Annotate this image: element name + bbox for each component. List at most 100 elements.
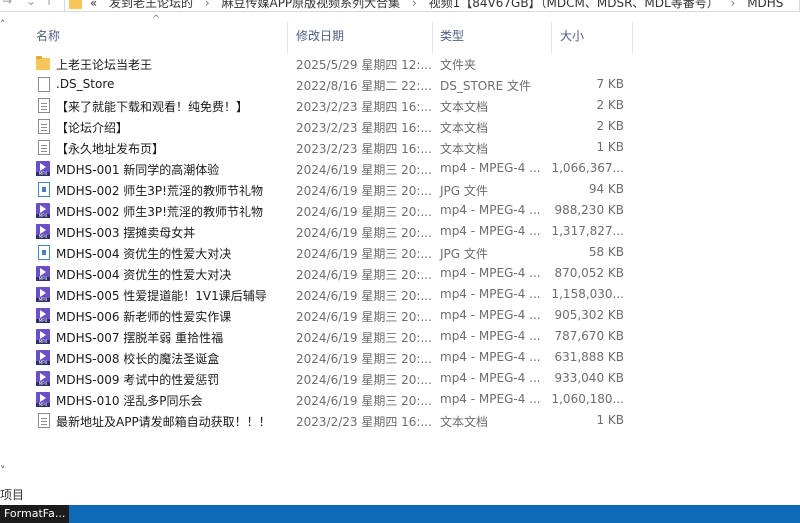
file-name: 最新地址及APP请发邮箱自动获取！！！	[56, 415, 271, 429]
breadcrumb-separator-icon[interactable]: ›	[205, 0, 210, 10]
file-size: 1 KB	[596, 140, 624, 154]
file-size: 1,158,030...	[551, 287, 624, 301]
file-name: MDHS-008 校长的魔法圣诞盒	[56, 352, 220, 366]
file-row[interactable]: MDHS-005 性爱提道能！1V1课后辅导 2024/6/19 星期三 20:.…	[0, 284, 790, 305]
file-modified-date: 2024/6/19 星期三 20:...	[296, 184, 432, 198]
file-size: 988,230 KB	[554, 203, 624, 217]
file-modified-date: 2022/8/16 星期二 22:...	[296, 79, 432, 93]
file-modified-date: 2024/6/19 星期三 20:...	[296, 310, 432, 324]
taskbar-app-button[interactable]: FormatFa...	[0, 505, 70, 523]
video-file-icon	[36, 224, 50, 239]
breadcrumb-separator-icon[interactable]: ›	[412, 0, 417, 10]
file-size: 1,066,367...	[551, 161, 624, 175]
file-type: DS_STORE 文件	[440, 79, 531, 93]
file-name: 【论坛介绍】	[56, 121, 129, 135]
file-size: 7 KB	[596, 77, 624, 91]
file-modified-date: 2024/6/19 星期三 20:...	[296, 352, 432, 366]
file-row[interactable]: MDHS-006 新老师的性爱实作课 2024/6/19 星期三 20:... mp…	[0, 305, 790, 326]
file-type: 文件夹	[440, 58, 477, 72]
file-type: mp4 - MPEG-4 ...	[440, 287, 541, 301]
column-date[interactable]: 修改日期	[296, 27, 344, 44]
folder-icon	[36, 56, 50, 70]
file-size: 58 KB	[588, 245, 624, 259]
video-file-icon	[36, 350, 50, 365]
file-type: mp4 - MPEG-4 ...	[440, 161, 541, 175]
file-row[interactable]: 【论坛介绍】 2023/2/23 星期四 16:... 文本文档 2 KB	[0, 116, 790, 137]
breadcrumb-separator-icon[interactable]: ›	[731, 0, 736, 10]
file-type: mp4 - MPEG-4 ...	[440, 224, 541, 238]
column-size[interactable]: 大小	[560, 27, 584, 44]
image-file-icon	[38, 182, 50, 197]
file-type: mp4 - MPEG-4 ...	[440, 266, 541, 280]
file-type: mp4 - MPEG-4 ...	[440, 371, 541, 385]
video-file-icon	[36, 203, 50, 218]
column-divider[interactable]	[432, 22, 433, 53]
file-size: 1,317,827...	[551, 224, 624, 238]
file-row[interactable]: 【永久地址发布页】 2023/2/23 星期四 16:... 文本文档 1 KB	[0, 137, 790, 158]
column-divider[interactable]	[632, 22, 633, 53]
file-row[interactable]: 上老王论坛当老王 2025/5/29 星期四 12:... 文件夹	[0, 53, 790, 74]
file-size: 870,052 KB	[554, 266, 624, 280]
breadcrumb-item[interactable]: 麻豆传媒APP原版视频系列大合集	[221, 0, 400, 10]
breadcrumb-item-current[interactable]: MDHS	[747, 0, 783, 10]
file-name: MDHS-004 资优生的性爱大对决	[56, 268, 232, 282]
file-type: mp4 - MPEG-4 ...	[440, 350, 541, 364]
file-row[interactable]: MDHS-008 校长的魔法圣诞盒 2024/6/19 星期三 20:... mp4…	[0, 347, 790, 368]
file-modified-date: 2024/6/19 星期三 20:...	[296, 373, 432, 387]
recent-chevron-icon[interactable]: ⌄	[26, 0, 36, 8]
file-row[interactable]: MDHS-004 资优生的性爱大对决 2024/6/19 星期三 20:... JP…	[0, 242, 790, 263]
scroll-down-arrow-icon[interactable]: ˅	[0, 464, 6, 477]
file-type: mp4 - MPEG-4 ...	[440, 203, 541, 217]
file-modified-date: 2023/2/23 星期四 16:...	[296, 121, 432, 135]
up-arrow-icon[interactable]: ↑	[44, 0, 54, 8]
file-type: 文本文档	[440, 121, 489, 135]
file-name: .DS_Store	[56, 77, 115, 91]
file-modified-date: 2024/6/19 星期三 20:...	[296, 205, 432, 219]
file-name: MDHS-007 摆脱羊弱 重拾性福	[56, 331, 224, 345]
video-file-icon	[36, 287, 50, 302]
file-row[interactable]: MDHS-010 淫乱多P同乐会 2024/6/19 星期三 20:... mp4 …	[0, 389, 790, 410]
file-size: 94 KB	[588, 182, 624, 196]
video-file-icon	[36, 329, 50, 344]
file-row[interactable]: MDHS-007 摆脱羊弱 重拾性福 2024/6/19 星期三 20:... mp…	[0, 326, 790, 347]
file-modified-date: 2025/5/29 星期四 12:...	[296, 58, 432, 72]
file-size: 2 KB	[596, 98, 624, 112]
file-row[interactable]: MDHS-009 考试中的性爱惩罚 2024/6/19 星期三 20:... mp4…	[0, 368, 790, 389]
file-row[interactable]: MDHS-004 资优生的性爱大对决 2024/6/19 星期三 20:... mp…	[0, 263, 790, 284]
file-row[interactable]: MDHS-001 新同学的高潮体验 2024/6/19 星期三 20:... mp4…	[0, 158, 790, 179]
status-bar: 项目	[0, 486, 24, 503]
sort-ascending-icon: ^	[152, 14, 161, 25]
breadcrumb-overflow[interactable]: «	[90, 0, 97, 10]
video-file-icon	[36, 392, 50, 407]
column-divider[interactable]	[551, 22, 552, 53]
text-document-icon	[38, 413, 50, 428]
file-modified-date: 2024/6/19 星期三 20:...	[296, 289, 432, 303]
column-header: ^ 名称 修改日期 类型 大小	[0, 11, 800, 53]
file-row[interactable]: 【来了就能下载和观看！纯免费！】 2023/2/23 星期四 16:... 文本文档…	[0, 95, 790, 116]
breadcrumb-item[interactable]: 发到老王论坛的	[109, 0, 193, 10]
file-name: MDHS-001 新同学的高潮体验	[56, 163, 220, 177]
file-modified-date: 2024/6/19 星期三 20:...	[296, 226, 432, 240]
file-modified-date: 2024/6/19 星期三 20:...	[296, 163, 432, 177]
file-size: 933,040 KB	[554, 371, 624, 385]
file-row[interactable]: .DS_Store 2022/8/16 星期二 22:... DS_STORE 文件…	[0, 74, 790, 95]
file-name: MDHS-005 性爱提道能！1V1课后辅导	[56, 289, 267, 303]
column-type[interactable]: 类型	[440, 27, 464, 44]
column-name[interactable]: 名称	[36, 27, 60, 44]
back-arrow-icon[interactable]: →	[2, 0, 12, 8]
file-row[interactable]: MDHS-002 师生3P!荒淫的教师节礼物 2024/6/19 星期三 20:.…	[0, 200, 790, 221]
file-list: 上老王论坛当老王 2025/5/29 星期四 12:... 文件夹 .DS_Store…	[0, 53, 790, 431]
image-file-icon	[38, 245, 50, 260]
column-divider[interactable]	[287, 22, 288, 53]
file-size: 787,670 KB	[554, 329, 624, 343]
file-modified-date: 2024/6/19 星期三 20:...	[296, 331, 432, 345]
file-size: 1 KB	[596, 413, 624, 427]
file-size: 905,302 KB	[554, 308, 624, 322]
file-modified-date: 2023/2/23 星期四 16:...	[296, 415, 432, 429]
file-name: MDHS-004 资优生的性爱大对决	[56, 247, 232, 261]
file-row[interactable]: MDHS-003 摆摊卖母女丼 2024/6/19 星期三 20:... mp4 -…	[0, 221, 790, 242]
text-document-icon	[38, 98, 50, 113]
breadcrumb-item[interactable]: 视频1【84V67GB】（MDCM、MDSR、MDL等番号）	[429, 0, 719, 10]
file-row[interactable]: 最新地址及APP请发邮箱自动获取！！！ 2023/2/23 星期四 16:... 文…	[0, 410, 790, 431]
file-row[interactable]: MDHS-002 师生3P!荒淫的教师节礼物 2024/6/19 星期三 20:.…	[0, 179, 790, 200]
